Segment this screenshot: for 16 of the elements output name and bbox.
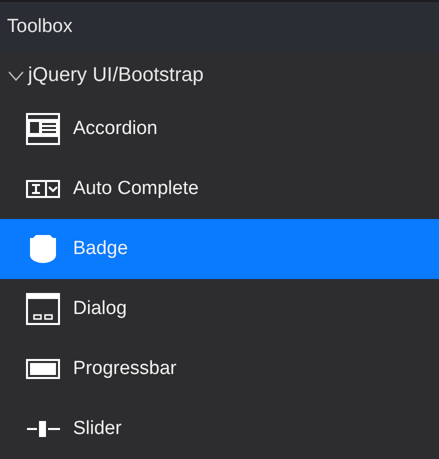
toolbox-item[interactable]: Auto Complete <box>0 159 439 219</box>
panel-title: Toolbox <box>7 16 72 38</box>
progress-bar-icon <box>26 359 60 379</box>
toolbox-item[interactable]: Badge <box>0 219 439 279</box>
toolbox-item[interactable]: Accordion <box>0 99 439 159</box>
slider-icon <box>26 420 60 438</box>
toolbox-item[interactable]: Slider <box>0 399 439 459</box>
accordion-icon <box>26 113 60 145</box>
toolbox-item[interactable]: Progressbar <box>0 339 439 399</box>
text-dropdown-icon <box>26 180 60 198</box>
dialog-icon <box>26 293 60 325</box>
toolbox-item[interactable]: Dialog <box>0 279 439 339</box>
shield-icon <box>29 234 57 264</box>
group-header[interactable]: jQuery UI/Bootstrap <box>0 52 439 99</box>
group-label: jQuery UI/Bootstrap <box>28 64 204 87</box>
chevron-icon <box>8 70 24 80</box>
